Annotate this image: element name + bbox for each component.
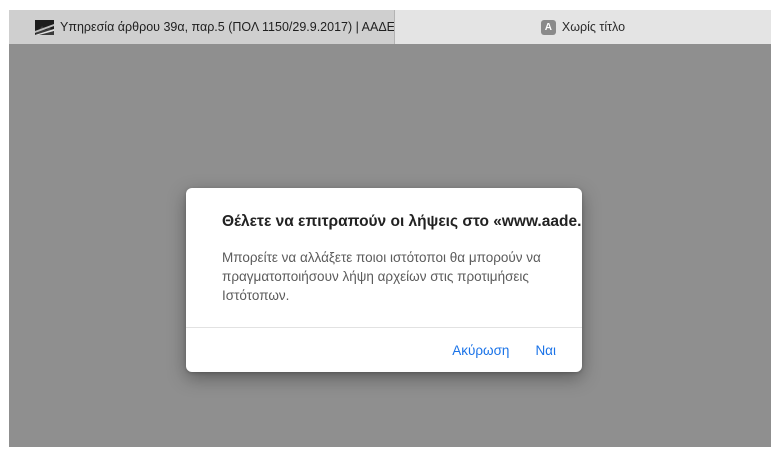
allow-button[interactable]: Ναι [527, 337, 564, 364]
letter-a-favicon-icon: A [540, 19, 556, 35]
tab-aade[interactable]: Υπηρεσία άρθρου 39α, παρ.5 (ΠΟΛ 1150/29.… [9, 10, 395, 44]
tab-title: Υπηρεσία άρθρου 39α, παρ.5 (ΠΟΛ 1150/29.… [60, 20, 394, 34]
dialog-actions: Ακύρωση Ναι [434, 328, 564, 372]
dialog-title: Θέλετε να επιτραπούν οι λήψεις στο «www.… [222, 213, 582, 230]
tab-untitled[interactable]: A Χωρίς τίτλο [395, 10, 771, 44]
tab-bar: Υπηρεσία άρθρου 39α, παρ.5 (ΠΟΛ 1150/29.… [9, 10, 771, 44]
download-permission-dialog: Θέλετε να επιτραπούν οι λήψεις στο «www.… [186, 188, 582, 372]
tab-title: Χωρίς τίτλο [561, 20, 626, 34]
dialog-message: Μπορείτε να αλλάξετε ποιοι ιστότοποι θα … [222, 250, 541, 303]
cancel-button[interactable]: Ακύρωση [444, 337, 517, 364]
aade-favicon-icon [35, 19, 54, 35]
